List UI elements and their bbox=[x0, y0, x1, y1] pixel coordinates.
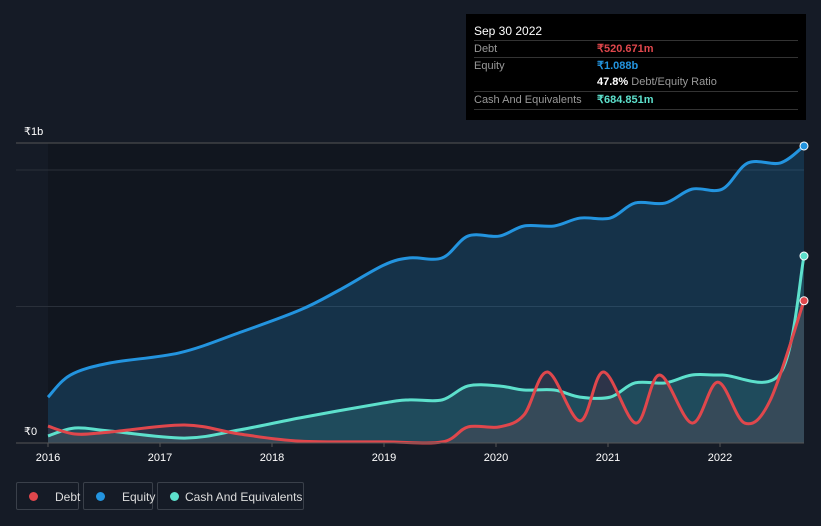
legend-debt-label: Debt bbox=[55, 490, 81, 504]
legend-debt[interactable]: Debt bbox=[16, 482, 81, 510]
debt-label: Debt bbox=[474, 43, 498, 55]
tooltip-cash-row: Cash And Equivalents ₹684.851m bbox=[474, 91, 798, 110]
x-tick-label: 2020 bbox=[484, 452, 508, 464]
equity-value: ₹1.088b bbox=[597, 60, 639, 72]
x-tick-label: 2016 bbox=[36, 452, 60, 464]
tooltip-date: Sep 30 2022 bbox=[474, 24, 543, 38]
cash-label: Cash And Equivalents bbox=[474, 94, 582, 106]
equity-endpoint bbox=[799, 141, 809, 151]
y-tick-label: ₹1b bbox=[24, 126, 43, 138]
debt-value: ₹520.671m bbox=[597, 43, 654, 55]
debt-endpoint bbox=[799, 296, 809, 306]
x-tick-label: 2019 bbox=[372, 452, 396, 464]
x-tick-label: 2017 bbox=[148, 452, 172, 464]
legend-cash-label: Cash And Equivalents bbox=[185, 490, 303, 504]
cash-value: ₹684.851m bbox=[597, 94, 654, 106]
ratio-label: Debt/Equity Ratio bbox=[631, 76, 717, 88]
tooltip: Sep 30 2022 Debt ₹520.671m Equity ₹1.088b … bbox=[466, 14, 806, 120]
tooltip-ratio-row: 47.8% Debt/Equity Ratio bbox=[474, 74, 798, 91]
tooltip-equity-row: Equity ₹1.088b bbox=[474, 57, 798, 75]
x-tick-label: 2018 bbox=[260, 452, 284, 464]
equity-label: Equity bbox=[474, 60, 505, 72]
ratio: 47.8% Debt/Equity Ratio bbox=[597, 74, 717, 91]
x-tick-label: 2021 bbox=[596, 452, 620, 464]
ratio-value: 47.8% bbox=[597, 76, 629, 88]
x-tick-label: 2022 bbox=[708, 452, 732, 464]
legend-equity-label: Equity bbox=[122, 490, 156, 504]
cash-endpoint bbox=[799, 251, 809, 261]
y-tick-label: ₹0 bbox=[24, 426, 37, 438]
equity-dot-icon bbox=[96, 492, 105, 501]
debt-dot-icon bbox=[29, 492, 38, 501]
cash-dot-icon bbox=[170, 492, 179, 501]
legend-cash[interactable]: Cash And Equivalents bbox=[157, 482, 304, 510]
legend-equity[interactable]: Equity bbox=[83, 482, 156, 510]
tooltip-debt-row: Debt ₹520.671m bbox=[474, 40, 798, 58]
